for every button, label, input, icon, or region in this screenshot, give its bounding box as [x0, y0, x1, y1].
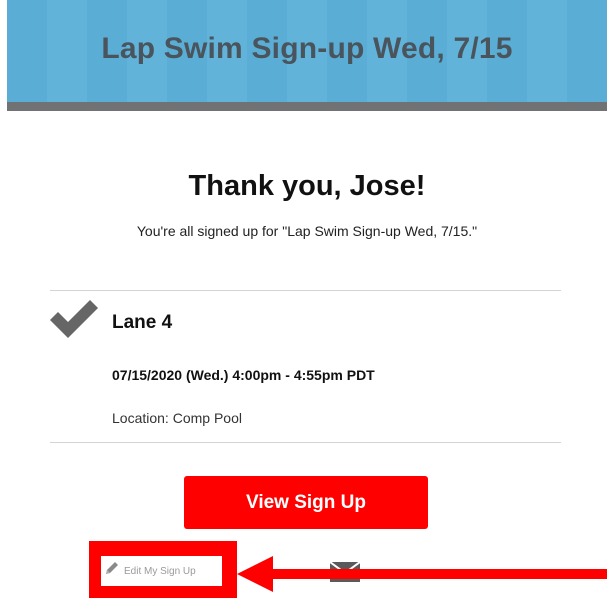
checkmark-icon [50, 300, 98, 338]
confirmation-title: Thank you, Jose! [188, 170, 426, 202]
edit-my-sign-up-label: Edit My Sign Up [124, 565, 196, 577]
slot-datetime: 07/15/2020 (Wed.) 4:00pm - 4:55pm PDT [112, 367, 375, 383]
slot-divider-top [50, 290, 561, 291]
view-sign-up-button[interactable]: View Sign Up [184, 476, 428, 529]
slot-divider-bottom [50, 442, 561, 443]
annotation-arrow-shaft [268, 569, 607, 579]
slot-name: Lane 4 [112, 312, 173, 333]
confirmation-message: You're all signed up for "Lap Swim Sign-… [136, 223, 478, 239]
header-banner: Lap Swim Sign-up Wed, 7/15 [7, 0, 607, 102]
edit-my-sign-up-link[interactable]: Edit My Sign Up [101, 556, 222, 586]
page-title: Lap Swim Sign-up Wed, 7/15 [101, 32, 513, 65]
pencil-icon [106, 562, 118, 574]
slot-location: Location: Comp Pool [112, 410, 242, 426]
signup-confirmation-page: Lap Swim Sign-up Wed, 7/15 Thank you, Jo… [0, 0, 607, 598]
annotation-arrow-head [237, 556, 273, 592]
header-divider-bar [7, 102, 607, 111]
